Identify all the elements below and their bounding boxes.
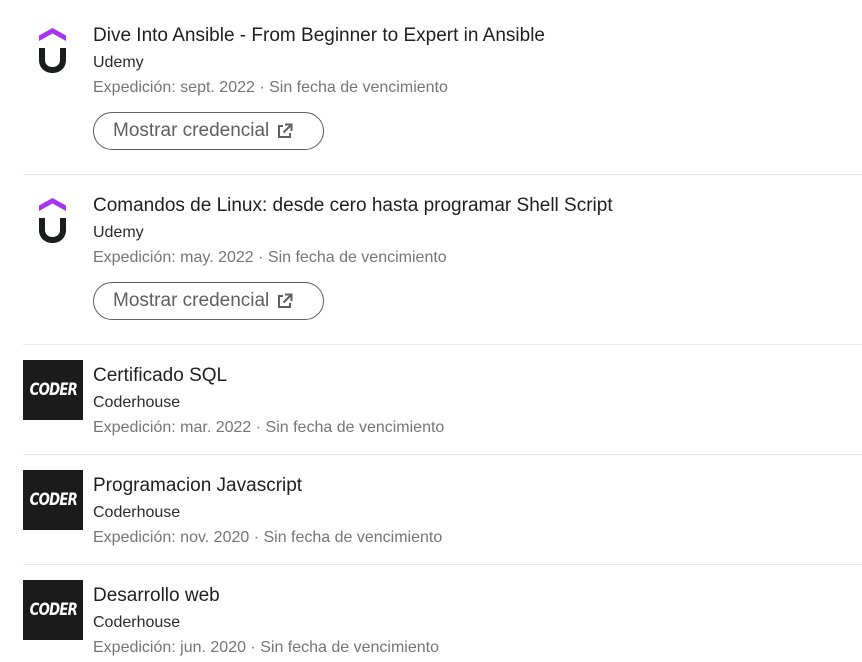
udemy-logo[interactable]	[23, 22, 83, 82]
coderhouse-logo[interactable]: CODER	[23, 470, 83, 530]
coderhouse-logo-text: CODER	[29, 380, 77, 400]
coderhouse-logo-text: CODER	[29, 490, 77, 510]
certification-issuer: Udemy	[93, 54, 144, 71]
udemy-icon	[39, 28, 66, 73]
show-credential-label: Mostrar credencial	[113, 120, 270, 141]
certification-issuer: Coderhouse	[93, 394, 181, 411]
divider	[23, 564, 862, 565]
certification-title: Certificado SQL	[93, 365, 228, 386]
certification-issue-date: Expedición: nov. 2020 · Sin fecha de ven…	[93, 529, 443, 546]
certification-title: Programacion Javascript	[93, 475, 303, 496]
external-link-icon	[276, 123, 293, 140]
certification-issue-date: Expedición: sept. 2022 · Sin fecha de ve…	[93, 79, 448, 96]
coderhouse-logo[interactable]: CODER	[23, 360, 83, 420]
divider	[23, 174, 862, 175]
certifications-list: Dive Into Ansible - From Beginner to Exp…	[0, 0, 862, 662]
certification-issue-date: Expedición: jun. 2020 · Sin fecha de ven…	[93, 639, 439, 656]
external-link-icon	[276, 293, 293, 310]
show-credential-button[interactable]: Mostrar credencial	[93, 112, 324, 150]
show-credential-button[interactable]: Mostrar credencial	[93, 282, 324, 320]
certification-title: Desarrollo web	[93, 585, 220, 606]
certification-issuer: Coderhouse	[93, 614, 181, 631]
show-credential-label: Mostrar credencial	[113, 290, 270, 311]
coderhouse-logo-text: CODER	[29, 600, 77, 620]
certification-title: Comandos de Linux: desde cero hasta prog…	[93, 195, 613, 216]
certification-issue-date: Expedición: mar. 2022 · Sin fecha de ven…	[93, 419, 445, 436]
divider	[23, 454, 862, 455]
certification-issuer: Coderhouse	[93, 504, 181, 521]
udemy-logo[interactable]	[23, 192, 83, 252]
certification-title: Dive Into Ansible - From Beginner to Exp…	[93, 25, 546, 46]
divider	[23, 344, 862, 345]
certification-issuer: Udemy	[93, 224, 144, 241]
coderhouse-logo[interactable]: CODER	[23, 580, 83, 640]
certification-issue-date: Expedición: may. 2022 · Sin fecha de ven…	[93, 249, 447, 266]
udemy-icon	[39, 198, 66, 243]
